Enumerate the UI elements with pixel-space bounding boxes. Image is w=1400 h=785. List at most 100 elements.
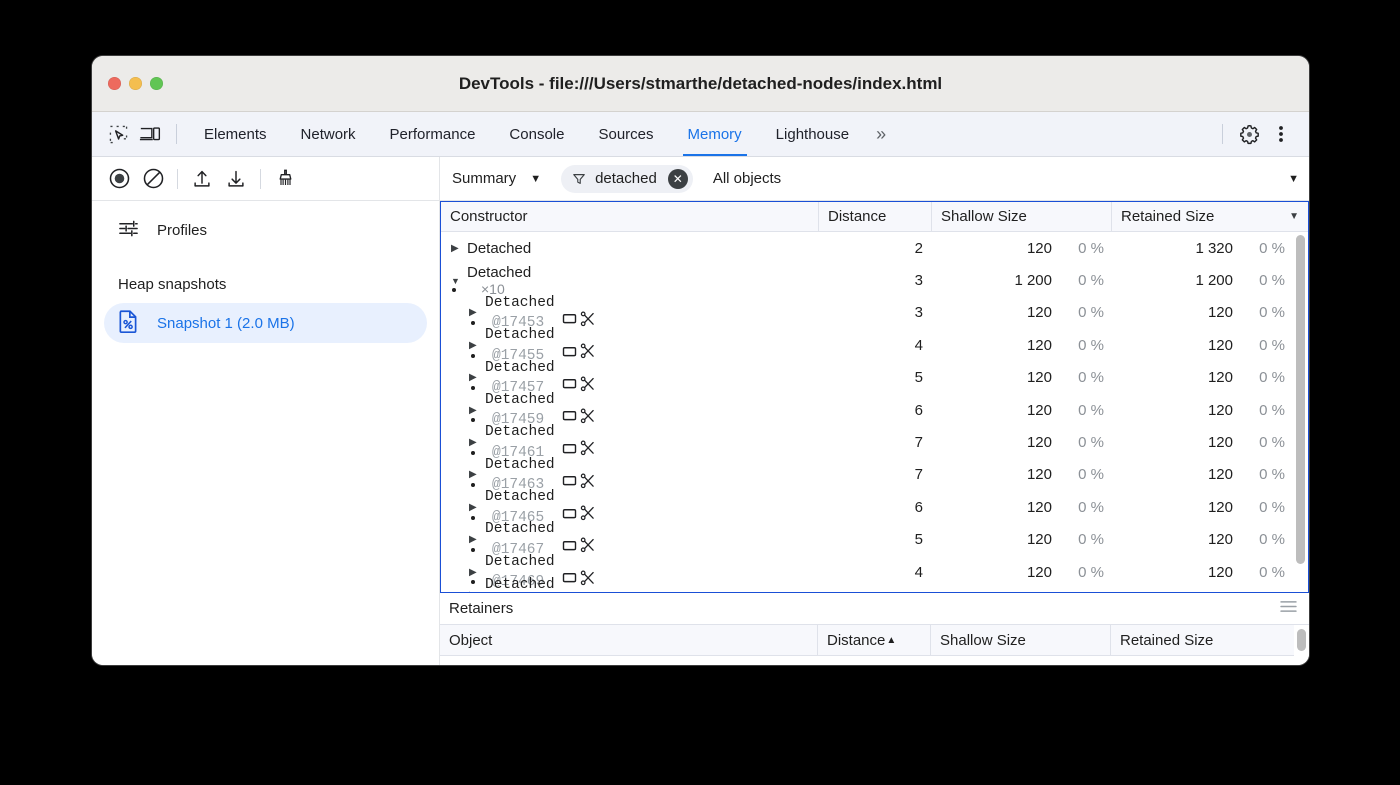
column-header-constructor[interactable]: Constructor [441, 202, 819, 231]
table-row[interactable]: ▼ Detached ×10 3 1 200 0 % 1 200 0 % [441, 264, 1293, 296]
row-retained-size-percent: 0 % [1247, 304, 1285, 321]
table-row[interactable]: ▶ Detached @17453 3 120 0 % 120 0 % [441, 297, 1293, 329]
table-row[interactable]: ▶ Detached @17457 5 120 0 % 120 0 % [441, 362, 1293, 394]
chevron-right-icon[interactable]: ▶ [469, 590, 485, 592]
tab-memory[interactable]: Memory [671, 112, 759, 156]
zoom-button[interactable] [150, 77, 163, 90]
row-distance-cell: 2 [819, 232, 932, 264]
download-profile-icon[interactable] [219, 163, 253, 195]
tab-lighthouse[interactable]: Lighthouse [759, 112, 866, 156]
retainers-grid-header: Object Distance ▲ Shallow Size Retained … [440, 625, 1294, 656]
tab-sources[interactable]: Sources [581, 112, 670, 156]
constructors-grid-body: ▶ Detached 2 120 0 % 1 320 0 % ▼ Detache… [441, 232, 1293, 592]
table-row[interactable]: ▶ Detached @17455 4 120 0 % 120 0 % [441, 329, 1293, 361]
collect-garbage-icon[interactable] [268, 163, 302, 195]
row-constructor-cell[interactable]: ▶ Detached @17459 [441, 394, 819, 426]
minimize-button[interactable] [129, 77, 142, 90]
row-retained-size-cell: 120 0 % [1112, 362, 1293, 394]
retainers-scrollbar[interactable] [1294, 625, 1309, 665]
column-header-retained-size[interactable]: Retained Size ▼ [1112, 202, 1308, 231]
tab-elements[interactable]: Elements [187, 112, 284, 156]
row-shallow-size-cell: 120 0 % [932, 556, 1112, 588]
row-retained-size-cell: 120 0 % [1112, 426, 1293, 458]
filter-funnel-icon [572, 172, 586, 186]
view-type-select[interactable]: Summary ▼ [448, 170, 547, 187]
row-retained-size-value: 1 200 [1195, 272, 1233, 289]
row-distance-cell: 3 [819, 264, 932, 296]
more-tabs-icon[interactable]: » [866, 124, 894, 145]
scissors-detached-icon [580, 473, 595, 489]
row-shallow-size-percent: 0 % [1066, 466, 1104, 483]
row-distance-cell: 3 [819, 297, 932, 329]
hamburger-menu-icon[interactable] [1280, 600, 1297, 617]
filter-input[interactable]: detached [595, 170, 657, 187]
row-shallow-size-value: 120 [1027, 304, 1052, 321]
row-constructor-cell[interactable]: ▶ Detached @17455 [441, 329, 819, 361]
retainers-scrollbar-thumb[interactable] [1297, 629, 1306, 651]
sidebar-item-snapshot-1[interactable]: Snapshot 1 (2.0 MB) [104, 303, 427, 343]
scissors-detached-icon [580, 537, 595, 553]
table-row[interactable]: ▶ Detached @17459 6 120 0 % 120 0 % [441, 394, 1293, 426]
retainers-title: Retainers [449, 600, 513, 617]
sidebar-item-profiles[interactable]: Profiles [104, 211, 427, 249]
table-row[interactable]: ▶ Detached @17461 7 120 0 % 120 0 % [441, 426, 1293, 458]
more-options-icon[interactable] [1265, 119, 1297, 149]
close-button[interactable] [108, 77, 121, 90]
row-constructor-cell[interactable]: ▼ Detached ×10 [441, 264, 819, 296]
table-row[interactable]: ▶ Detached @17463 7 120 0 % 120 0 % [441, 459, 1293, 491]
row-constructor-cell[interactable]: ▶ Detached @17463 [441, 459, 819, 491]
row-constructor-cell[interactable]: ▶ Detached @17471 [441, 588, 819, 592]
traffic-lights [108, 77, 163, 90]
tab-performance[interactable]: Performance [373, 112, 493, 156]
row-constructor-cell[interactable]: ▶ Detached @17467 [441, 524, 819, 556]
upload-profile-icon[interactable] [185, 163, 219, 195]
row-retained-size-percent: 0 % [1247, 272, 1285, 289]
memory-panels: Constructor Distance Shallow Size Retain… [440, 201, 1309, 665]
device-toolbar-icon[interactable] [134, 119, 166, 149]
row-retained-size-value: 1 320 [1195, 240, 1233, 257]
row-constructor-cell[interactable]: ▶ Detached [441, 232, 819, 264]
row-retained-size-cell: 120 0 % [1112, 556, 1293, 588]
chevron-down-icon-2: ▼ [1288, 173, 1299, 185]
row-retained-size-value: 120 [1208, 564, 1233, 581]
row-constructor-cell[interactable]: ▶ Detached @17461 [441, 426, 819, 458]
row-constructor-cell[interactable]: ▶ Detached @17453 [441, 297, 819, 329]
tab-console[interactable]: Console [492, 112, 581, 156]
inspect-element-icon[interactable] [102, 119, 134, 149]
table-row[interactable]: ▶ Detached @17467 5 120 0 % 120 0 % [441, 524, 1293, 556]
table-row[interactable]: ▶ Detached @17471 [441, 588, 1293, 592]
constructors-scrollbar[interactable] [1293, 232, 1308, 592]
row-constructor-name: Detached @17455 [485, 327, 595, 364]
row-shallow-size-percent: 0 % [1066, 272, 1104, 289]
retainers-column-retained-size[interactable]: Retained Size [1111, 625, 1294, 655]
objects-scope-select[interactable]: All objects ▼ [713, 170, 1299, 187]
row-constructor-cell[interactable]: ▶ Detached @17465 [441, 491, 819, 523]
stop-clear-icon[interactable] [136, 163, 170, 195]
constructors-scrollbar-thumb[interactable] [1296, 235, 1305, 564]
chevron-right-icon[interactable]: ▶ [451, 243, 467, 254]
retainers-column-distance[interactable]: Distance ▲ [818, 625, 931, 655]
retainers-column-shallow-size[interactable]: Shallow Size [931, 625, 1111, 655]
row-constructor-cell[interactable]: ▶ Detached @17457 [441, 362, 819, 394]
table-row[interactable]: ▶ Detached 2 120 0 % 1 320 0 % [441, 232, 1293, 264]
row-constructor-name: Detached @17453 [485, 295, 595, 332]
dom-node-badge-icon [562, 473, 577, 488]
row-retained-size-percent: 0 % [1247, 337, 1285, 354]
row-shallow-size-percent: 0 % [1066, 304, 1104, 321]
settings-gear-icon[interactable] [1233, 119, 1265, 149]
clear-filter-icon[interactable]: ✕ [668, 169, 688, 189]
row-shallow-size-cell: 120 0 % [932, 297, 1112, 329]
devtools-body: Profiles Heap snapshots Snapshot 1 (2.0 … [92, 201, 1309, 665]
row-shallow-size-percent: 0 % [1066, 402, 1104, 419]
row-retained-size-cell: 120 0 % [1112, 394, 1293, 426]
column-header-shallow-size[interactable]: Shallow Size [932, 202, 1112, 231]
retainers-column-object[interactable]: Object [440, 625, 818, 655]
dom-node-badge-icon [562, 506, 577, 521]
filter-input-pill[interactable]: detached ✕ [561, 165, 693, 193]
record-icon[interactable] [102, 163, 136, 195]
column-header-distance[interactable]: Distance [819, 202, 932, 231]
row-distance-cell: 4 [819, 329, 932, 361]
table-row[interactable]: ▶ Detached @17465 6 120 0 % 120 0 % [441, 491, 1293, 523]
row-shallow-size-percent: 0 % [1066, 564, 1104, 581]
tab-network[interactable]: Network [284, 112, 373, 156]
